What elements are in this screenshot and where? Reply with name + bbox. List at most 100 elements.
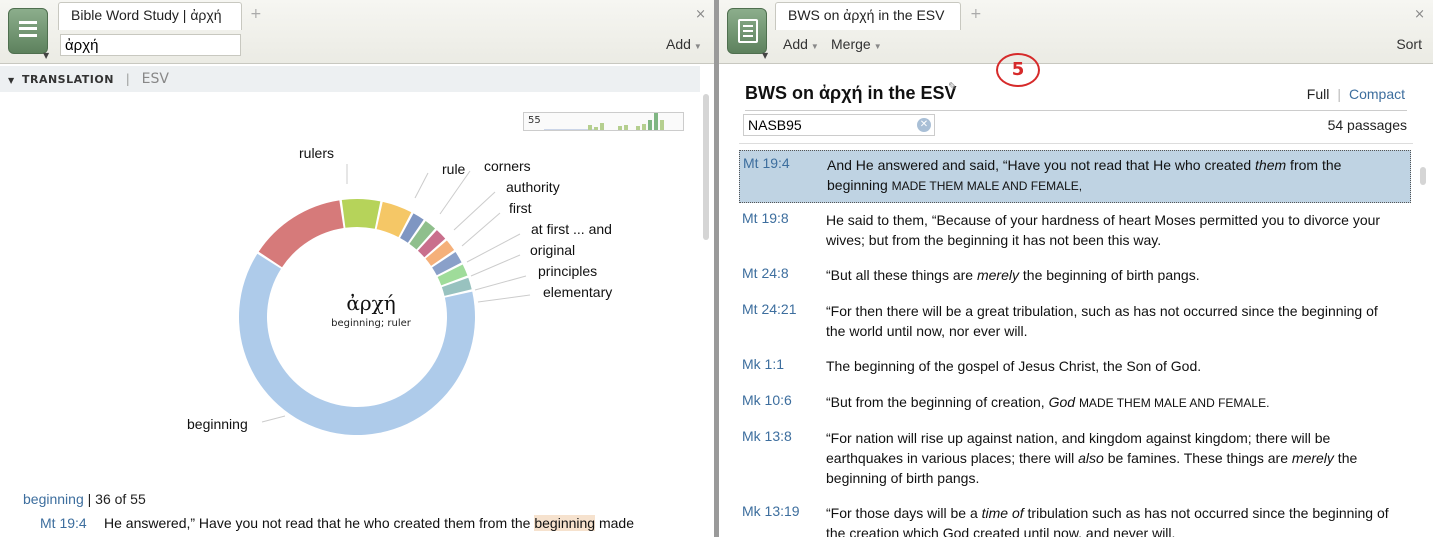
donut-label-corners[interactable]: corners <box>484 158 531 174</box>
highlighted-word: beginning <box>534 515 596 531</box>
add-button[interactable]: Add ▼ <box>783 36 819 52</box>
left-toolbar: ▼ Bible Word Study | ἀρχή + × Add▼ <box>0 0 714 64</box>
passage-row[interactable]: Mt 19:4 And He answered and said, “Have … <box>739 150 1411 203</box>
passage-reference-link[interactable]: Mt 19:4 <box>743 155 790 171</box>
donut-segment-rule[interactable] <box>341 199 381 229</box>
passage-text: “For nation will rise up against nation,… <box>826 428 1396 488</box>
lemma-greek-word: ἀρχή <box>346 291 396 315</box>
passage-row[interactable]: Mt 19:8 He said to them, “Because of you… <box>739 206 1411 254</box>
passage-count: 54 passages <box>1327 117 1407 133</box>
leader-line <box>261 415 286 423</box>
donut-label-rulers[interactable]: rulers <box>299 145 334 161</box>
clear-icon[interactable]: ✕ <box>917 118 931 132</box>
passage-reference-link[interactable]: Mt 19:8 <box>742 210 789 226</box>
passage-text-smallcaps: MADE THEM MALE AND FEMALE, <box>891 179 1083 193</box>
leader-line <box>477 294 531 303</box>
tab-title: Bible Word Study | ἀρχή <box>71 7 222 23</box>
passage-row[interactable]: Mk 10:6 “But from the beginning of creat… <box>739 388 1411 416</box>
verse-text-after: made <box>595 515 634 531</box>
passage-reference-link[interactable]: Mt 24:21 <box>742 301 796 317</box>
donut-segments <box>238 199 475 436</box>
passage-list-panel: ▼ BWS on ἀρχή in the ESV + × Add ▼ Merge ▼… <box>719 0 1433 537</box>
pencil-edit-icon[interactable]: ✎ <box>948 80 957 93</box>
tab-bws-passage-list[interactable]: BWS on ἀρχή in the ESV <box>775 2 961 30</box>
passage-row[interactable]: Mk 1:1 The beginning of the gospel of Je… <box>739 352 1411 380</box>
donut-label-rule[interactable]: rule <box>442 161 465 177</box>
chevron-down-icon[interactable]: ▼ <box>43 51 49 60</box>
verse-reference-link[interactable]: Mt 19:4 <box>40 515 87 531</box>
section-header-translation[interactable]: ▼ TRANSLATION | ESV <box>0 66 700 92</box>
passage-reference-link[interactable]: Mk 10:6 <box>742 392 792 408</box>
passage-reference-link[interactable]: Mk 1:1 <box>742 356 784 372</box>
tab-title: BWS on ἀρχή in the ESV <box>788 7 945 23</box>
scrollbar-thumb[interactable] <box>703 94 709 240</box>
passage-text-italic: God <box>1048 394 1076 410</box>
tab-bible-word-study[interactable]: Bible Word Study | ἀρχή <box>58 2 242 30</box>
sort-button[interactable]: Sort <box>1396 36 1422 52</box>
donut-label-elementary[interactable]: elementary <box>543 284 612 300</box>
leader-line <box>453 191 496 231</box>
passage-text-part: “For those days will be a <box>826 505 982 521</box>
occurrence-count: | 36 of 55 <box>87 491 146 507</box>
donut-label-beginning[interactable]: beginning <box>187 416 248 432</box>
leader-line <box>439 170 471 215</box>
merge-label: Merge <box>831 36 871 52</box>
scrollbar-thumb[interactable] <box>1420 167 1426 185</box>
passage-reference-link[interactable]: Mt 24:8 <box>742 265 789 281</box>
passage-text-italic: merely <box>976 267 1019 283</box>
passage-reference-link[interactable]: Mk 13:19 <box>742 503 800 519</box>
add-label: Add <box>666 36 691 52</box>
section-separator: | <box>125 72 130 86</box>
passage-text-italic: also <box>1078 450 1104 466</box>
passage-text: The beginning of the gospel of Jesus Chr… <box>826 358 1202 374</box>
lemma-gloss: beginning; ruler <box>331 318 411 329</box>
close-icon[interactable]: × <box>695 7 706 22</box>
donut-label-first[interactable]: first <box>509 200 532 216</box>
collapse-triangle-icon[interactable]: ▼ <box>8 76 14 85</box>
version-filter-input[interactable] <box>743 114 935 136</box>
view-full-button[interactable]: Full <box>1307 86 1330 102</box>
translation-donut-chart <box>238 164 531 436</box>
passage-text-part: “But all these things are <box>826 267 977 283</box>
passage-list-app-icon[interactable] <box>727 8 767 54</box>
new-tab-plus-icon[interactable]: + <box>970 6 982 22</box>
chevron-down-icon: ▼ <box>693 42 702 51</box>
document-title[interactable]: BWS on ἀρχή in the ESV <box>745 83 957 104</box>
passage-row[interactable]: Mk 13:19 “For those days will be a time … <box>739 499 1411 537</box>
right-toolbar: ▼ BWS on ἀρχή in the ESV + × Add ▼ Merge ▼… <box>719 0 1433 64</box>
occurrence-summary: beginning | 36 of 55 <box>23 491 146 507</box>
word-study-app-icon[interactable] <box>8 8 48 54</box>
search-input[interactable] <box>60 34 241 56</box>
passage-text-italic: them <box>1255 157 1287 173</box>
passage-row[interactable]: Mt 24:21 “For then there will be a great… <box>739 297 1411 345</box>
donut-label-principles[interactable]: principles <box>538 263 597 279</box>
passage-text: “But all these things are merely the beg… <box>826 265 1396 285</box>
leader-line <box>474 275 527 291</box>
verse-text-before: He answered,” Have you not read that he … <box>104 515 535 531</box>
passage-row[interactable]: Mt 24:8 “But all these things are merely… <box>739 261 1411 289</box>
title-divider <box>745 110 1407 111</box>
occurrence-word-link[interactable]: beginning <box>23 491 84 507</box>
add-button[interactable]: Add ▼ <box>666 36 702 52</box>
new-tab-plus-icon[interactable]: + <box>250 6 262 22</box>
leader-line <box>470 254 521 277</box>
view-separator: | <box>1337 86 1341 102</box>
leader-line <box>414 172 429 199</box>
donut-label-at-first-and[interactable]: at first ... and <box>531 221 612 237</box>
donut-segment-rulers[interactable] <box>258 200 344 268</box>
step-number-badge: 5 <box>996 53 1040 87</box>
chevron-down-icon[interactable]: ▼ <box>762 51 768 60</box>
close-icon[interactable]: × <box>1414 7 1425 22</box>
section-version[interactable]: ESV <box>142 71 169 87</box>
merge-button[interactable]: Merge ▼ <box>831 36 882 52</box>
view-compact-button[interactable]: Compact <box>1349 86 1405 102</box>
passage-reference-link[interactable]: Mk 13:8 <box>742 428 792 444</box>
passage-text-part: the beginning of birth pangs. <box>1019 267 1200 283</box>
donut-label-authority[interactable]: authority <box>506 179 560 195</box>
donut-label-original[interactable]: original <box>530 242 575 258</box>
passage-text: “For those days will be a time of tribul… <box>826 503 1396 537</box>
passage-text-italic: merely <box>1291 450 1334 466</box>
passage-row[interactable]: Mk 13:8 “For nation will rise up against… <box>739 424 1411 492</box>
bible-word-study-panel: ▼ Bible Word Study | ἀρχή + × Add▼ ▼ TRA… <box>0 0 714 537</box>
verse-text: He answered,” Have you not read that he … <box>104 515 634 531</box>
